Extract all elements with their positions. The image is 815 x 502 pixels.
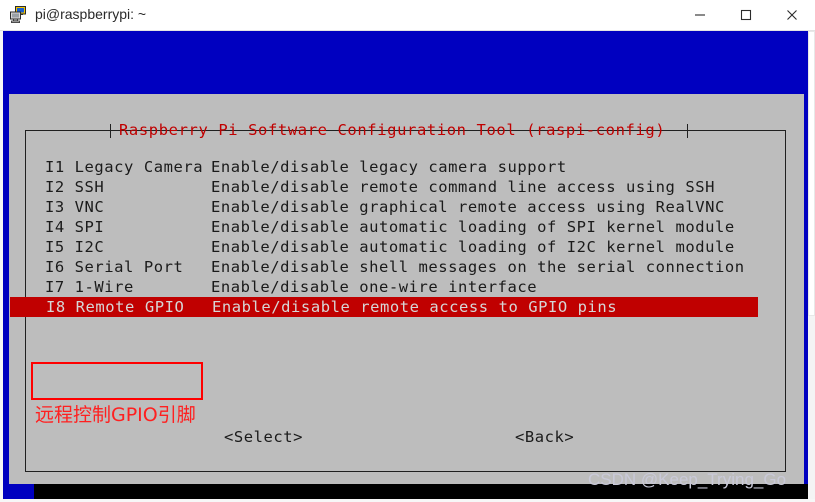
dialog-header-rule-right	[688, 130, 786, 131]
csdn-watermark: CSDN @Keep_Trying_Go	[588, 470, 787, 489]
menu-item-description: Enable/disable legacy camera support	[211, 158, 567, 176]
terminal-canvas[interactable]: Raspberry Pi Software Configuration Tool…	[3, 31, 808, 499]
menu-item-i8[interactable]: I8 Remote GPIO Enable/disable remote acc…	[10, 297, 758, 317]
menu-item-description: Enable/disable automatic loading of SPI …	[211, 218, 735, 236]
menu-item-i1[interactable]: I1 Legacy Camera Enable/disable legacy c…	[9, 157, 804, 177]
menu-item-i3[interactable]: I3 VNC Enable/disable graphical remote a…	[9, 197, 804, 217]
putty-window: pi@raspberrypi: ~ Raspberry Pi Software …	[0, 0, 815, 502]
menu-item-code: I5 I2C	[45, 238, 105, 256]
menu-item-i2[interactable]: I2 SSH Enable/disable remote command lin…	[9, 177, 804, 197]
maximize-button[interactable]	[723, 0, 769, 29]
menu-item-i4[interactable]: I4 SPI Enable/disable automatic loading …	[9, 217, 804, 237]
menu-item-description: Enable/disable automatic loading of I2C …	[211, 238, 735, 256]
menu-item-description: Enable/disable graphical remote access u…	[211, 198, 725, 216]
menu-item-description: Enable/disable one-wire interface	[211, 278, 538, 296]
dialog-header-tick-left	[110, 124, 111, 138]
menu-item-code: I7 1-Wire	[45, 278, 134, 296]
menu-item-i5[interactable]: I5 I2C Enable/disable automatic loading …	[9, 237, 804, 257]
menu-item-code: I3 VNC	[45, 198, 105, 216]
menu-item-i7[interactable]: I7 1-Wire Enable/disable one-wire interf…	[9, 277, 804, 297]
terminal-left-gutter	[3, 484, 34, 499]
maximize-icon	[740, 9, 752, 20]
minimize-icon	[695, 13, 705, 16]
window-scrollbar[interactable]	[808, 31, 815, 499]
menu-item-code: I4 SPI	[45, 218, 105, 236]
close-button[interactable]	[769, 0, 815, 29]
raspi-config-dialog: Raspberry Pi Software Configuration Tool…	[9, 94, 804, 484]
menu-item-code: I2 SSH	[45, 178, 105, 196]
menu-item-i6[interactable]: I6 Serial Port Enable/disable shell mess…	[9, 257, 804, 277]
close-icon	[787, 9, 797, 20]
menu-item-description: Enable/disable shell messages on the ser…	[211, 258, 745, 276]
annotation-label: 远程控制GPIO引脚	[35, 404, 196, 426]
select-button[interactable]: <Select>	[224, 428, 303, 447]
menu-item-code: I1 Legacy Camera	[45, 158, 204, 176]
menu-item-code: I6 Serial Port	[45, 258, 184, 276]
menu-item-code: I8 Remote GPIO	[46, 298, 185, 316]
putty-terminal-icon	[9, 5, 29, 25]
dialog-header-rule-left	[25, 130, 111, 131]
window-title: pi@raspberrypi: ~	[35, 6, 147, 22]
minimize-button[interactable]	[677, 0, 723, 29]
back-button[interactable]: <Back>	[515, 428, 574, 447]
window-titlebar[interactable]: pi@raspberrypi: ~	[0, 0, 815, 31]
config-menu-list: I1 Legacy Camera Enable/disable legacy c…	[9, 157, 804, 317]
scrollbar-thumb[interactable]	[808, 31, 815, 316]
menu-item-description: Enable/disable remote command line acces…	[211, 178, 715, 196]
dialog-title: Raspberry Pi Software Configuration Tool…	[119, 121, 666, 139]
menu-item-description: Enable/disable remote access to GPIO pin…	[212, 298, 618, 316]
dialog-header-tick-right	[687, 124, 688, 138]
